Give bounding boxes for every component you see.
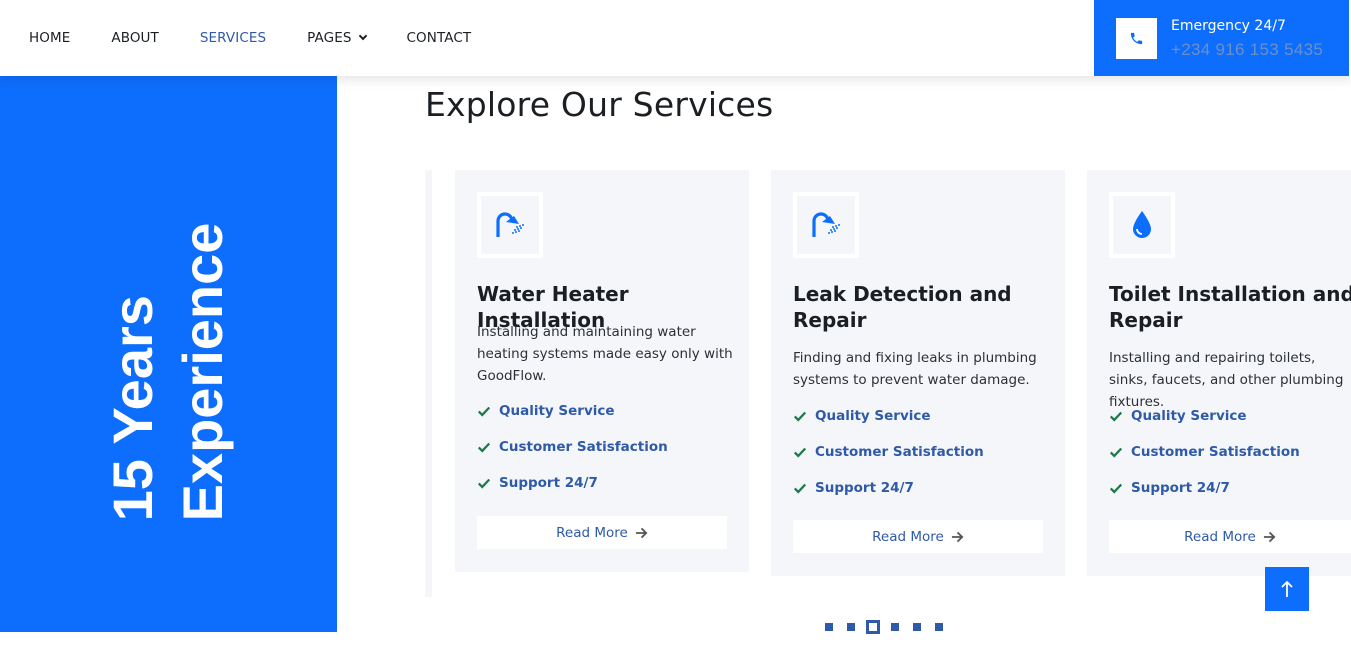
check-icon: [477, 406, 491, 417]
carousel-dot[interactable]: [935, 623, 943, 631]
chevron-down-icon: [358, 31, 367, 41]
check-icon: [1109, 411, 1123, 422]
navbar: HOME ABOUT SERVICES PAGES CONTACT Emerge…: [0, 0, 1351, 76]
carousel-dot[interactable]: [825, 623, 833, 631]
nav-home[interactable]: HOME: [29, 30, 70, 46]
feature-label: Support 24/7: [815, 480, 914, 496]
feature-item: Support 24/7: [1109, 480, 1230, 496]
read-more-label: Read More: [556, 524, 628, 541]
arrow-right-icon: [951, 531, 964, 542]
check-icon: [793, 411, 807, 422]
feature-item: Customer Satisfaction: [793, 444, 984, 460]
carousel-dot-active[interactable]: [866, 620, 880, 634]
feature-item: Customer Satisfaction: [477, 439, 668, 455]
feature-label: Customer Satisfaction: [1131, 444, 1300, 460]
nav-pages-label: PAGES: [307, 30, 352, 46]
service-description: Finding and fixing leaks in plumbing sys…: [793, 350, 1037, 388]
service-icon-box: [477, 192, 543, 258]
experience-years: 15 Years: [101, 295, 164, 522]
emergency-phone-number[interactable]: +234 916 153 5435: [1171, 40, 1323, 60]
main-nav: HOME ABOUT SERVICES PAGES CONTACT: [29, 0, 512, 76]
feature-label: Quality Service: [815, 408, 931, 424]
emergency-label: Emergency 24/7: [1171, 18, 1286, 34]
read-more-button[interactable]: Read More: [793, 520, 1043, 553]
service-description: Installing and repairing toilets, sinks,…: [1109, 350, 1344, 410]
phone-icon-box: [1116, 18, 1157, 59]
feature-item: Customer Satisfaction: [1109, 444, 1300, 460]
carousel-dot[interactable]: [847, 623, 855, 631]
nav-contact[interactable]: CONTACT: [407, 30, 472, 46]
service-icon-box: [1109, 192, 1175, 258]
service-title: Toilet Installation and Repair: [1109, 282, 1351, 332]
service-card: Water Heater Installation Installing and…: [455, 170, 749, 572]
check-icon: [793, 483, 807, 494]
experience-panel: 15 Years Experience: [0, 76, 337, 632]
arrow-right-icon: [1263, 531, 1276, 542]
read-more-button[interactable]: Read More: [1109, 520, 1351, 553]
feature-item: Support 24/7: [793, 480, 914, 496]
check-icon: [793, 447, 807, 458]
phone-icon: [1130, 32, 1143, 45]
feature-item: Quality Service: [793, 408, 931, 424]
nav-about[interactable]: ABOUT: [111, 30, 159, 46]
service-card: Leak Detection and Repair Finding and fi…: [771, 170, 1065, 576]
feature-label: Customer Satisfaction: [499, 439, 668, 455]
service-title: Leak Detection and Repair: [793, 282, 1012, 332]
feature-label: Support 24/7: [499, 475, 598, 491]
feature-label: Support 24/7: [1131, 480, 1230, 496]
feature-label: Quality Service: [1131, 408, 1247, 424]
carousel-dots: [825, 620, 957, 634]
shower-icon: [496, 212, 524, 237]
check-icon: [477, 478, 491, 489]
back-to-top-button[interactable]: [1265, 567, 1309, 611]
service-description: Installing and maintaining water heating…: [477, 324, 733, 384]
check-icon: [1109, 447, 1123, 458]
feature-label: Customer Satisfaction: [815, 444, 984, 460]
carousel-dot[interactable]: [891, 623, 899, 631]
feature-item: Support 24/7: [477, 475, 598, 491]
service-icon-box: [793, 192, 859, 258]
nav-pages[interactable]: PAGES: [307, 30, 367, 46]
check-icon: [477, 442, 491, 453]
nav-services[interactable]: SERVICES: [200, 30, 266, 46]
section-title: Explore Our Services: [425, 85, 774, 124]
emergency-contact[interactable]: Emergency 24/7 +234 916 153 5435: [1094, 0, 1349, 76]
experience-label: Experience: [171, 222, 234, 522]
water-drop-icon: [1133, 211, 1151, 238]
feature-label: Quality Service: [499, 403, 615, 419]
read-more-label: Read More: [872, 528, 944, 545]
experience-text: 15 Years Experience: [98, 223, 238, 522]
arrow-up-icon: [1281, 580, 1293, 597]
check-icon: [1109, 483, 1123, 494]
arrow-right-icon: [635, 527, 648, 538]
feature-item: Quality Service: [1109, 408, 1247, 424]
read-more-label: Read More: [1184, 528, 1256, 545]
feature-item: Quality Service: [477, 403, 615, 419]
service-card: Toilet Installation and Repair Installin…: [1087, 170, 1351, 576]
shower-icon: [812, 212, 840, 237]
previous-card-edge: [425, 170, 432, 597]
read-more-button[interactable]: Read More: [477, 516, 727, 549]
carousel-dot[interactable]: [913, 623, 921, 631]
